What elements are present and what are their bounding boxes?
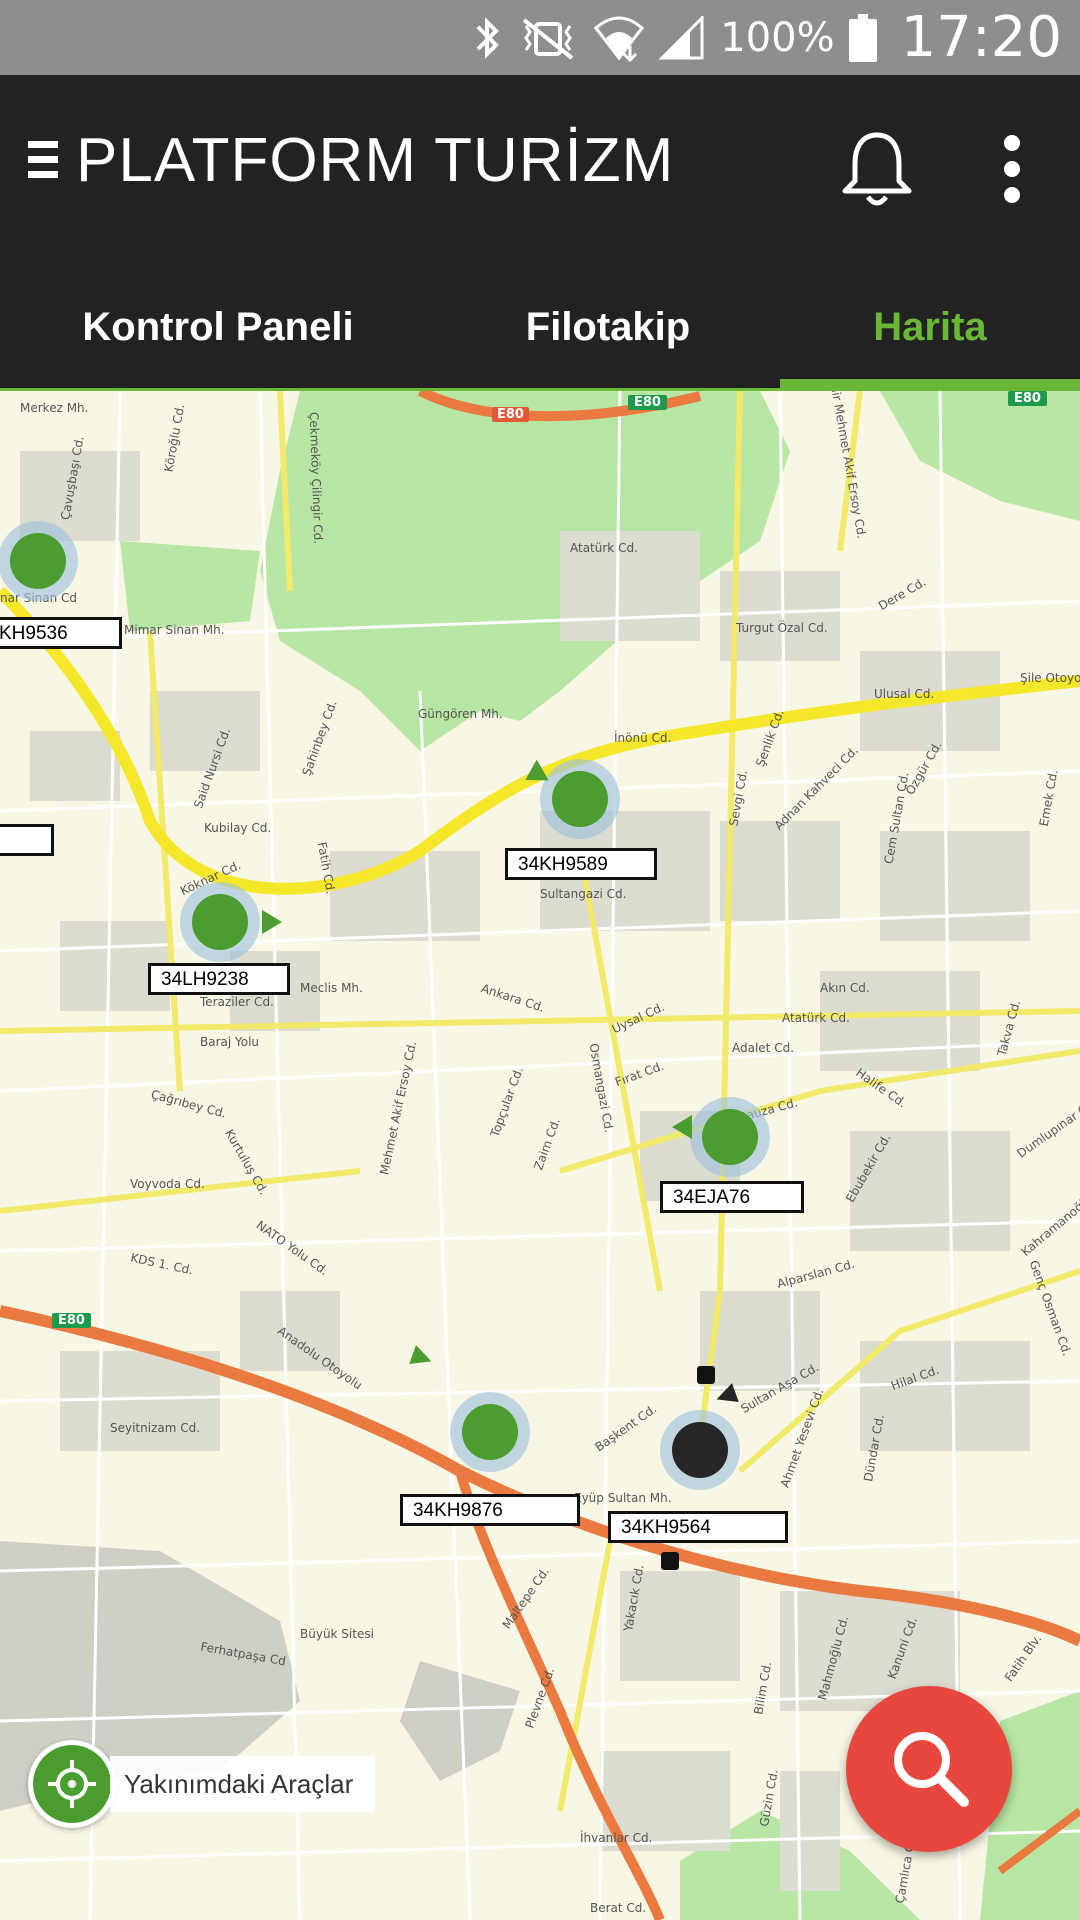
street-label: Atatürk Cd. <box>782 1011 850 1025</box>
street-label: Şile Otoyolu <box>1020 671 1080 685</box>
street-label: Meclis Mh. <box>300 981 363 995</box>
street-label: Atatürk Cd. <box>570 541 638 555</box>
app-title: PLATFORM TURİZM <box>76 126 675 195</box>
app-bar: PLATFORM TURİZM <box>0 75 1080 265</box>
overflow-menu-icon[interactable] <box>998 133 1026 205</box>
tab-bar: Kontrol Paneli Filotakip Harita <box>0 265 1080 389</box>
street-label: Büyük Sitesi <box>300 1627 374 1641</box>
vehicle-status-dot <box>462 1404 518 1460</box>
vehicle-status-dot <box>672 1422 728 1478</box>
street-label: Mimar Sinan Mh. <box>124 623 225 637</box>
street-label: Adalet Cd. <box>732 1041 795 1055</box>
street-label: Voyvoda Cd. <box>130 1177 205 1191</box>
vehicle-marker[interactable] <box>0 521 78 601</box>
search-fab[interactable] <box>846 1686 1012 1852</box>
vehicle-marker[interactable] <box>672 1097 770 1177</box>
vehicle-plate-label[interactable]: KH9536 <box>0 617 122 649</box>
nearby-button-circle <box>28 1740 116 1828</box>
status-clock: 17:20 <box>900 5 1062 70</box>
direction-arrow-icon <box>262 910 282 934</box>
wifi-icon <box>594 14 645 62</box>
street-label: Akın Cd. <box>820 981 870 995</box>
vibrate-icon <box>516 16 580 60</box>
tab-label: Kontrol Paneli <box>82 304 354 349</box>
direction-arrow-icon <box>672 1115 692 1139</box>
nearby-vehicles-button[interactable]: Yakınımdaki Araçlar <box>28 1740 376 1828</box>
tab-label: Filotakip <box>525 304 691 349</box>
vehicle-status-dot <box>10 533 66 589</box>
menu-icon[interactable] <box>28 141 60 185</box>
locate-icon <box>33 1745 111 1823</box>
street-label: Seyitnizam Cd. <box>110 1421 201 1435</box>
vehicle-marker[interactable] <box>519 759 620 839</box>
nearby-vehicles-label: Yakınımdaki Araçlar <box>110 1756 376 1812</box>
road-shield: E80 <box>492 407 529 422</box>
street-label: Merkez Mh. <box>20 401 89 415</box>
tab-kontrol-paneli[interactable]: Kontrol Paneli <box>0 265 436 389</box>
street-label: Baraj Yolu <box>200 1035 260 1049</box>
vehicle-plate-label[interactable]: 34KH9876 <box>400 1494 580 1526</box>
street-label: Ulusal Cd. <box>874 687 935 701</box>
vehicle-status-dot <box>702 1109 758 1165</box>
street-label: Turgut Özal Cd. <box>736 621 828 635</box>
vehicle-status-dot <box>192 894 248 950</box>
vehicle-plate-label[interactable]: 34KH9589 <box>505 848 657 880</box>
tab-filotakip[interactable]: Filotakip <box>436 265 780 389</box>
vehicle-status-dot <box>552 771 608 827</box>
street-label: Berat Cd. <box>590 1901 647 1915</box>
street-label: Eyüp Sultan Mh. <box>574 1491 672 1505</box>
signal-icon <box>658 15 706 60</box>
street-label: İhvanlar Cd. <box>580 1831 653 1845</box>
vehicle-plate-label[interactable]: 34KH9564 <box>608 1511 788 1543</box>
vehicle-plate-label[interactable]: 34EJA76 <box>660 1181 804 1213</box>
vehicle-marker[interactable] <box>409 1345 530 1472</box>
street-label: Güngören Mh. <box>418 707 503 721</box>
bluetooth-icon <box>472 16 502 60</box>
road-shield: E80 <box>52 1313 91 1328</box>
street-label: İnönü Cd. <box>614 731 672 745</box>
street-label: Sultangazi Cd. <box>540 887 627 901</box>
vehicle-marker[interactable] <box>660 1383 740 1490</box>
bell-icon[interactable] <box>838 129 916 209</box>
road-shield: E80 <box>1008 391 1047 406</box>
tab-label: Harita <box>873 304 987 349</box>
street-label: Teraziler Cd. <box>200 995 274 1009</box>
vehicle-plate-label[interactable] <box>0 824 54 856</box>
tab-harita[interactable]: Harita <box>780 265 1080 389</box>
road-shield: E80 <box>628 395 667 410</box>
street-label: Kubilay Cd. <box>204 821 272 835</box>
battery-icon <box>848 13 877 62</box>
battery-percent: 100% <box>720 14 835 61</box>
vehicle-plate-label[interactable]: 34LH9238 <box>148 963 290 995</box>
search-icon <box>884 1722 974 1817</box>
vehicle-marker[interactable] <box>180 882 282 962</box>
status-bar: 100% 17:20 <box>0 0 1080 75</box>
